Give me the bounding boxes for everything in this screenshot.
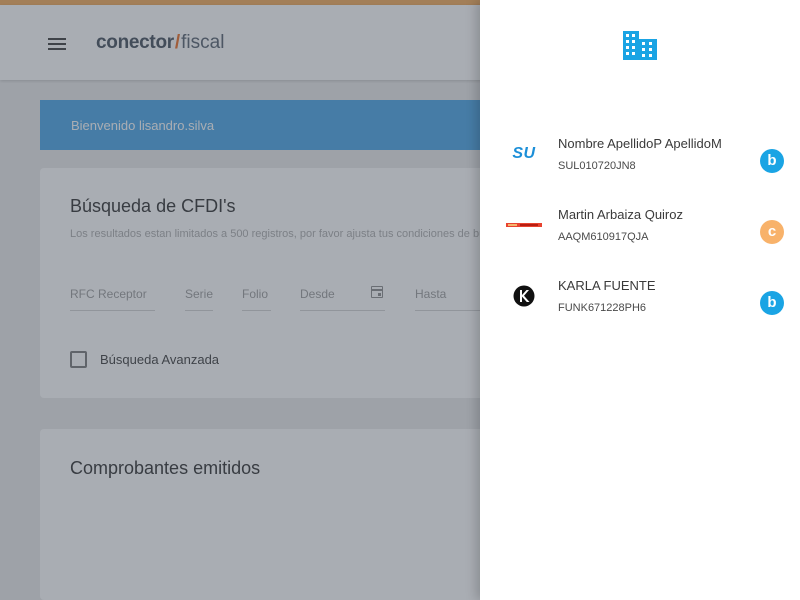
overlay-scrim[interactable] <box>0 0 480 600</box>
company-rfc: SUL010720JN8 <box>558 160 636 172</box>
company-name: Nombre ApellidoP ApellidoM <box>558 136 722 151</box>
company-name: KARLA FUENTE <box>558 278 656 293</box>
company-item[interactable]: KARLA FUENTE FUNK671228PH6 b <box>480 278 800 338</box>
company-badge: b <box>760 291 784 315</box>
company-logo-k <box>504 281 544 311</box>
red-banner-logo-icon <box>506 223 542 227</box>
k-logo-icon <box>513 285 535 307</box>
company-logo-red-banner <box>504 210 544 240</box>
company-badge: b <box>760 149 784 173</box>
company-drawer: SU Nombre ApellidoP ApellidoM SUL010720J… <box>480 0 800 600</box>
company-logo-su: SU <box>504 139 544 169</box>
company-item[interactable]: Martin Arbaiza Quiroz AAQM610917QJA c <box>480 207 800 267</box>
company-badge: c <box>760 220 784 244</box>
company-name: Martin Arbaiza Quiroz <box>558 207 683 222</box>
company-item[interactable]: SU Nombre ApellidoP ApellidoM SUL010720J… <box>480 136 800 196</box>
building-icon <box>623 31 657 60</box>
company-rfc: AAQM610917QJA <box>558 231 649 243</box>
company-rfc: FUNK671228PH6 <box>558 302 647 314</box>
company-logo-text: SU <box>512 145 536 162</box>
